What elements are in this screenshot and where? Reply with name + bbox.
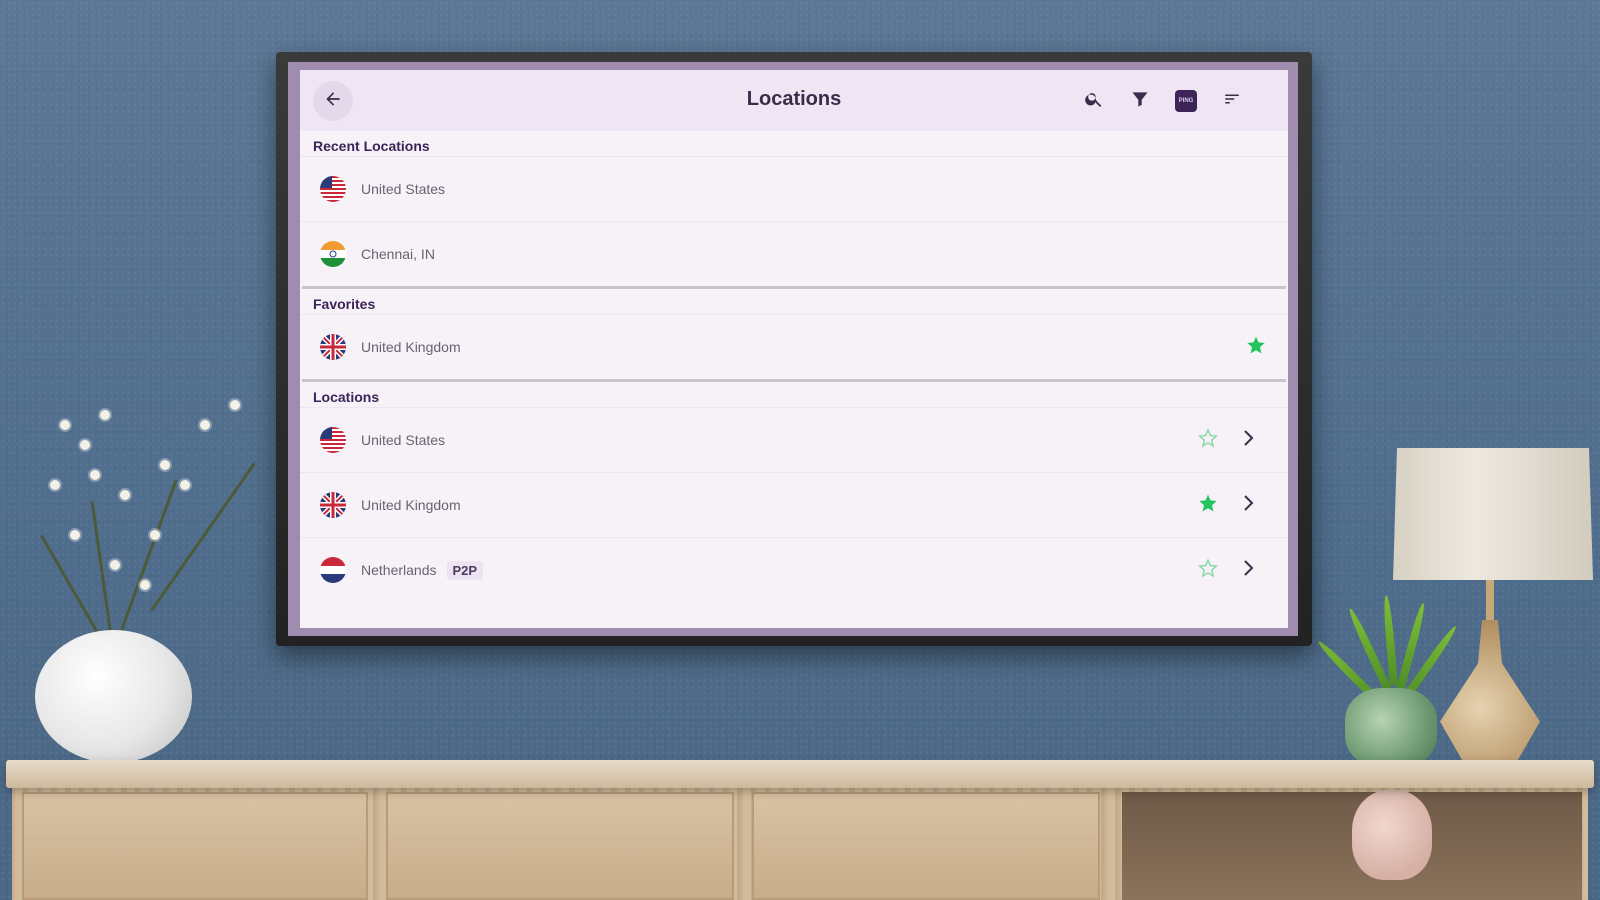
- expand-button[interactable]: [1240, 429, 1258, 451]
- section-label-locations: Locations: [313, 389, 380, 405]
- location-name: Netherlands P2P: [361, 560, 484, 580]
- location-name: United Kingdom: [361, 497, 461, 513]
- us-flag-icon: [320, 427, 346, 453]
- list-item[interactable]: United States: [300, 407, 1288, 472]
- tv-screen: Locations PING Recent Locations United S…: [300, 70, 1288, 628]
- list-item[interactable]: United Kingdom: [300, 472, 1288, 537]
- list-item[interactable]: United Kingdom: [300, 314, 1288, 379]
- list-item[interactable]: United States: [300, 156, 1288, 221]
- chevron-right-icon: [1242, 559, 1256, 582]
- location-name: United States: [361, 432, 446, 448]
- star-outline-icon: [1197, 427, 1219, 454]
- us-flag-icon: [320, 176, 346, 202]
- list-item[interactable]: Netherlands P2P: [300, 537, 1288, 602]
- uk-flag-icon: [320, 334, 346, 360]
- star-filled-icon: [1246, 335, 1266, 360]
- lamp-shade: [1393, 448, 1593, 580]
- in-flag-icon: [320, 241, 346, 267]
- section-label-recent: Recent Locations: [313, 138, 430, 154]
- sort-button[interactable]: [1219, 88, 1245, 114]
- ping-button[interactable]: PING: [1173, 88, 1199, 114]
- search-icon: [1084, 89, 1104, 114]
- cabinet-drawer: [752, 792, 1100, 900]
- ceramic-vase: [1352, 790, 1432, 880]
- cabinet-drawer: [386, 792, 734, 900]
- expand-button[interactable]: [1240, 559, 1258, 581]
- app-bar: Locations PING: [300, 70, 1288, 131]
- star-outline-icon: [1197, 557, 1219, 584]
- filter-button[interactable]: [1127, 88, 1153, 114]
- list-item[interactable]: Chennai, IN: [300, 221, 1288, 286]
- white-pot: [35, 630, 192, 763]
- chevron-right-icon: [1242, 494, 1256, 517]
- uk-flag-icon: [320, 492, 346, 518]
- green-pot: [1345, 688, 1437, 768]
- lamp-stem: [1486, 580, 1494, 625]
- favorite-star-button[interactable]: [1197, 557, 1219, 584]
- expand-button[interactable]: [1240, 494, 1258, 516]
- p2p-tag: P2P: [446, 560, 484, 580]
- nl-flag-icon: [320, 557, 346, 583]
- location-name: Chennai, IN: [361, 246, 435, 262]
- chevron-right-icon: [1242, 429, 1256, 452]
- favorite-star-button[interactable]: [1245, 336, 1267, 358]
- favorite-star-button[interactable]: [1197, 494, 1219, 516]
- sort-icon: [1223, 90, 1241, 113]
- star-filled-icon: [1198, 493, 1218, 518]
- filter-icon: [1130, 89, 1150, 114]
- location-name-text: Netherlands: [361, 561, 437, 578]
- location-name: United Kingdom: [361, 339, 461, 355]
- section-label-favorites: Favorites: [313, 296, 376, 312]
- cabinet-top: [6, 760, 1594, 788]
- cabinet-drawer: [22, 792, 368, 900]
- favorite-star-button[interactable]: [1197, 427, 1219, 454]
- search-button[interactable]: [1081, 88, 1107, 114]
- location-name: United States: [361, 181, 446, 197]
- ping-icon: PING: [1175, 90, 1197, 112]
